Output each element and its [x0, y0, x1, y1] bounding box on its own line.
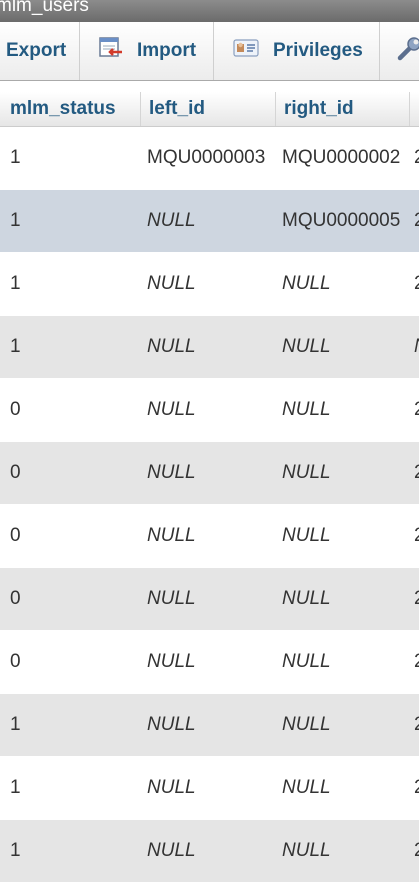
table-row[interactable]: 1 NULL NULL 2: [0, 694, 419, 757]
cell-mlm-status[interactable]: 1: [10, 316, 21, 378]
tab-export[interactable]: Export: [0, 22, 80, 80]
cell-next[interactable]: 2: [414, 379, 419, 441]
cell-right-id[interactable]: MQU0000002: [282, 127, 400, 189]
cell-left-id[interactable]: NULL: [147, 316, 196, 378]
cell-right-id[interactable]: NULL: [282, 757, 331, 819]
cell-mlm-status[interactable]: 1: [10, 820, 21, 882]
cell-right-id[interactable]: MQU0000005: [282, 190, 400, 252]
cell-next[interactable]: 2: [414, 127, 419, 189]
cell-right-id[interactable]: NULL: [282, 253, 331, 315]
cell-right-id[interactable]: NULL: [282, 316, 331, 378]
cell-left-id[interactable]: NULL: [147, 442, 196, 504]
table-row[interactable]: 0 NULL NULL 2: [0, 379, 419, 442]
table-row[interactable]: 0 NULL NULL 2: [0, 631, 419, 694]
table-row[interactable]: 1 NULL NULL 2: [0, 820, 419, 883]
table-body: 1 MQU0000003 MQU0000002 2 1 NULL MQU0000…: [0, 127, 419, 883]
tab-export-label: Export: [6, 40, 67, 61]
top-tab-bar: Export Import Privileges: [0, 22, 419, 81]
cell-left-id[interactable]: NULL: [147, 820, 196, 882]
cell-next[interactable]: 2: [414, 505, 419, 567]
tab-import-label: Import: [137, 40, 197, 61]
window-title: mlm_users: [0, 0, 89, 16]
tab-operations[interactable]: [381, 22, 419, 80]
cell-next[interactable]: N: [414, 316, 419, 378]
cell-mlm-status[interactable]: 1: [10, 694, 21, 756]
cell-right-id[interactable]: NULL: [282, 568, 331, 630]
import-icon: [99, 37, 123, 65]
table-row[interactable]: 1 MQU0000003 MQU0000002 2: [0, 127, 419, 190]
cell-left-id[interactable]: NULL: [147, 379, 196, 441]
table-row[interactable]: 1 NULL NULL 2: [0, 253, 419, 316]
cell-right-id[interactable]: NULL: [282, 820, 331, 882]
cell-mlm-status[interactable]: 0: [10, 631, 21, 693]
column-header-left-id[interactable]: left_id: [141, 92, 276, 126]
tab-import[interactable]: Import: [81, 22, 214, 80]
table-row[interactable]: 0 NULL NULL 2: [0, 442, 419, 505]
cell-mlm-status[interactable]: 0: [10, 568, 21, 630]
table-row[interactable]: 1 NULL NULL 2: [0, 757, 419, 820]
column-header-next[interactable]: [410, 92, 419, 126]
cell-next[interactable]: 2: [414, 694, 419, 756]
cell-next[interactable]: 2: [414, 631, 419, 693]
cell-next[interactable]: 2: [414, 253, 419, 315]
table-row[interactable]: 0 NULL NULL 2: [0, 568, 419, 631]
table-row[interactable]: 1 NULL NULL N: [0, 316, 419, 379]
table-row[interactable]: 0 NULL NULL 2: [0, 505, 419, 568]
column-header-right-id[interactable]: right_id: [276, 92, 410, 126]
cell-next[interactable]: 2: [414, 568, 419, 630]
cell-right-id[interactable]: NULL: [282, 505, 331, 567]
cell-next[interactable]: 2: [414, 820, 419, 882]
cell-left-id[interactable]: NULL: [147, 631, 196, 693]
cell-right-id[interactable]: NULL: [282, 379, 331, 441]
cell-left-id[interactable]: NULL: [147, 190, 196, 252]
table-header-row: mlm_status left_id right_id: [0, 92, 419, 127]
cell-mlm-status[interactable]: 0: [10, 379, 21, 441]
table-row[interactable]: 1 NULL MQU0000005 2: [0, 190, 419, 253]
tab-privileges-label: Privileges: [273, 40, 363, 61]
tab-privileges[interactable]: Privileges: [215, 22, 380, 80]
cell-mlm-status[interactable]: 1: [10, 757, 21, 819]
wrench-icon: [397, 35, 419, 67]
cell-mlm-status[interactable]: 1: [10, 127, 21, 189]
window-titlebar: mlm_users: [0, 0, 419, 22]
cell-next[interactable]: 2: [414, 757, 419, 819]
cell-left-id[interactable]: NULL: [147, 694, 196, 756]
cell-left-id[interactable]: NULL: [147, 505, 196, 567]
cell-left-id[interactable]: MQU0000003: [147, 127, 265, 189]
cell-left-id[interactable]: NULL: [147, 757, 196, 819]
cell-next[interactable]: 2: [414, 190, 419, 252]
cell-mlm-status[interactable]: 0: [10, 442, 21, 504]
cell-mlm-status[interactable]: 1: [10, 190, 21, 252]
cell-right-id[interactable]: NULL: [282, 442, 331, 504]
cell-next[interactable]: 2: [414, 442, 419, 504]
cell-right-id[interactable]: NULL: [282, 631, 331, 693]
cell-mlm-status[interactable]: 0: [10, 505, 21, 567]
cell-left-id[interactable]: NULL: [147, 253, 196, 315]
cell-right-id[interactable]: NULL: [282, 694, 331, 756]
column-header-mlm-status[interactable]: mlm_status: [2, 92, 141, 126]
cell-left-id[interactable]: NULL: [147, 568, 196, 630]
cell-mlm-status[interactable]: 1: [10, 253, 21, 315]
privileges-icon: [233, 38, 259, 64]
